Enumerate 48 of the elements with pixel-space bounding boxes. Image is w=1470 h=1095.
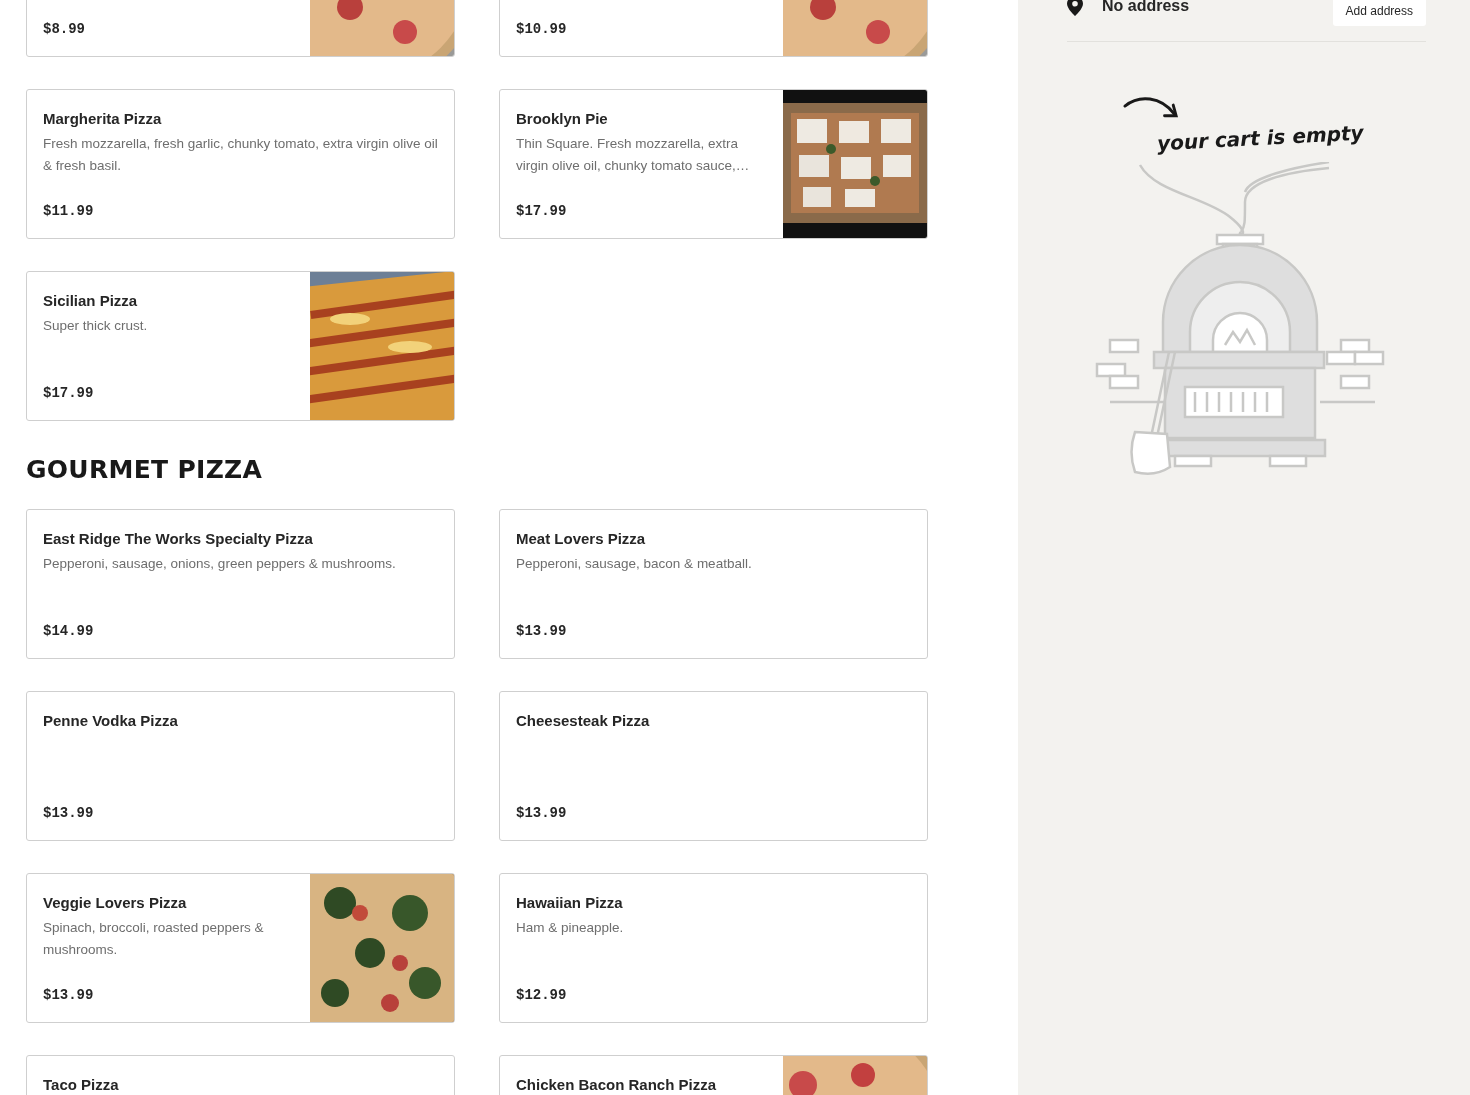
section-heading: GOURMET PIZZA [26, 457, 264, 483]
location-pin-icon [1067, 0, 1083, 16]
menu-item-card[interactable]: $8.99 [26, 0, 455, 57]
empty-cart-message: your cart is empty [1156, 120, 1365, 156]
item-description: Pepperoni, sausage, bacon & meatball. [516, 555, 753, 573]
item-price: $13.99 [43, 804, 95, 823]
item-name: Cheesesteak Pizza [516, 711, 651, 731]
item-name: Hawaiian Pizza [516, 893, 624, 913]
menu-item-card[interactable]: $10.99 [499, 0, 928, 57]
item-description: Pepperoni, sausage, onions, green peppers & mushrooms. [43, 555, 397, 573]
item-price: $10.99 [516, 20, 568, 39]
item-name: Margherita Pizza [43, 109, 163, 129]
item-price: $17.99 [43, 384, 95, 403]
item-name: Sicilian Pizza [43, 291, 139, 311]
item-name: Penne Vodka Pizza [43, 711, 179, 731]
item-name: Brooklyn Pie [516, 109, 609, 129]
menu-item-card[interactable]: Penne Vodka Pizza $13.99 [26, 691, 455, 841]
item-price: $13.99 [516, 622, 568, 641]
menu-item-card[interactable]: Cheesesteak Pizza $13.99 [499, 691, 928, 841]
address-text: No address [1102, 0, 1191, 15]
item-description: Fresh mozzarella, fresh garlic, chunky tomato, extra virgin olive oil & fresh basil. [43, 135, 438, 175]
add-address-button[interactable]: Add address [1332, 0, 1426, 26]
item-price: $8.99 [43, 20, 86, 39]
menu-item-card[interactable]: Margherita Pizza Fresh mozzarella, fresh garlic, chunky tomato, extra virgin olive oil & fresh basil. $11.99 [26, 89, 455, 239]
item-description: Thin Square. Fresh mozzarella, extra virgin olive oil, chunky tomato sauce,… [516, 135, 751, 175]
menu-item-card[interactable]: East Ridge The Works Specialty Pizza Pepperoni, sausage, onions, green peppers & mushrooms. $14.99 [26, 509, 455, 659]
menu-item-card[interactable]: Meat Lovers Pizza Pepperoni, sausage, bacon & meatball. $13.99 [499, 509, 928, 659]
menu-item-card[interactable]: Veggie Lovers Pizza Spinach, broccoli, roasted peppers & mushrooms. $13.99 [26, 873, 455, 1023]
menu-item-card[interactable]: Chicken Bacon Ranch Pizza [499, 1055, 928, 1095]
item-name: Taco Pizza [43, 1075, 120, 1095]
item-price: $11.99 [43, 202, 95, 221]
item-price: $17.99 [516, 202, 568, 221]
item-name: Veggie Lovers Pizza [43, 893, 188, 913]
item-description: Spinach, broccoli, roasted peppers & mushrooms. [43, 919, 265, 959]
item-name: East Ridge The Works Specialty Pizza [43, 529, 314, 549]
menu-item-card[interactable]: Taco Pizza [26, 1055, 455, 1095]
menu-item-card[interactable]: Sicilian Pizza Super thick crust. $17.99 [26, 271, 455, 421]
item-price: $13.99 [516, 804, 568, 823]
item-name: Meat Lovers Pizza [516, 529, 647, 549]
item-price: $14.99 [43, 622, 95, 641]
item-description: Ham & pineapple. [516, 919, 625, 937]
menu-item-card[interactable]: Hawaiian Pizza Ham & pineapple. $12.99 [499, 873, 928, 1023]
item-name: Chicken Bacon Ranch Pizza [516, 1075, 718, 1095]
item-price: $13.99 [43, 986, 95, 1005]
item-price: $12.99 [516, 986, 568, 1005]
item-description: Super thick crust. [43, 317, 149, 335]
curved-arrow-icon [1122, 94, 1180, 120]
menu-item-card[interactable]: Brooklyn Pie Thin Square. Fresh mozzarella, extra virgin olive oil, chunky tomato sauce,… $17.99 [499, 89, 928, 239]
